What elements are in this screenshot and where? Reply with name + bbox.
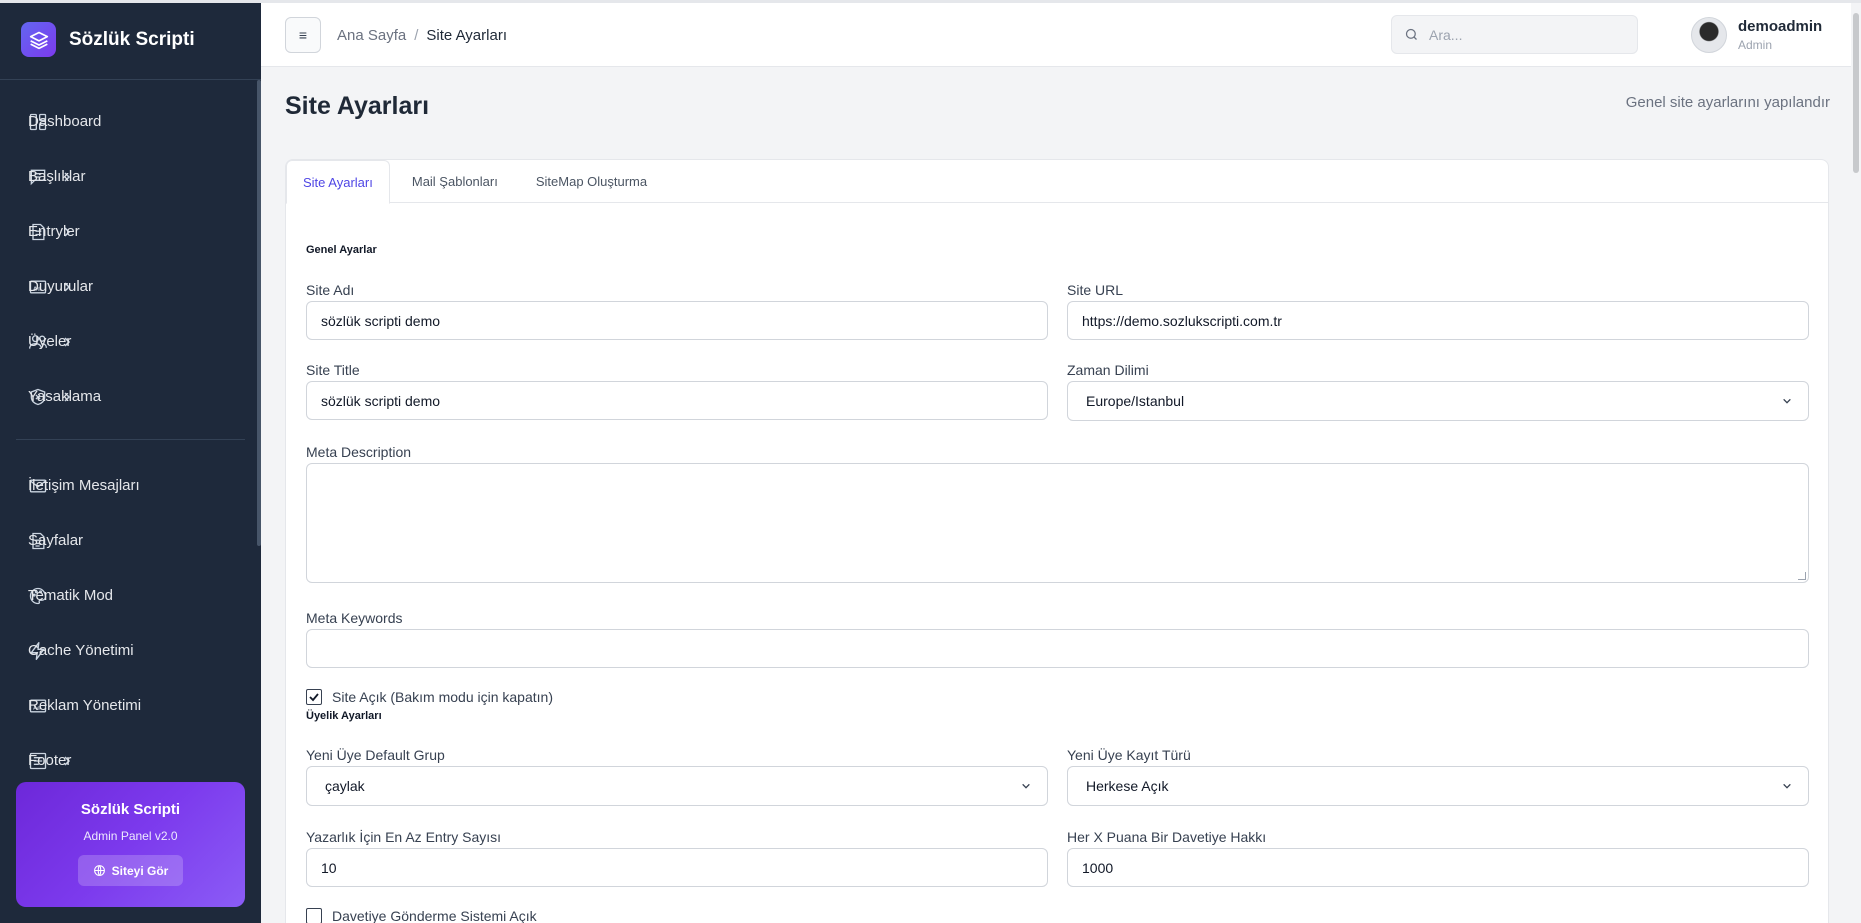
meta-description-label: Meta Description — [306, 444, 412, 460]
invite-system-checkbox[interactable] — [306, 908, 322, 923]
sidebar-item-footer[interactable]: Footer — [0, 733, 261, 788]
check-icon — [309, 693, 319, 702]
sidebar-item-uyeler[interactable]: Üyeler — [0, 314, 261, 369]
sidebar-item-label: Cache Yönetimi — [28, 642, 134, 659]
promo-card: Sözlük Scripti Admin Panel v2.0 Siteyi G… — [16, 782, 245, 907]
settings-card: Site Ayarları Mail Şablonları SiteMap Ol… — [285, 159, 1829, 923]
meta-keywords-input[interactable] — [306, 629, 1809, 668]
invite-points-input[interactable]: 1000 — [1067, 848, 1809, 887]
top-header: ≡ Ana Sayfa / Site Ayarları demoadmin Ad… — [261, 3, 1851, 67]
tab-site-ayarlari[interactable]: Site Ayarları — [286, 160, 390, 204]
sidebar-item-label: İletişim Mesajları — [28, 477, 140, 494]
menu-icon: ≡ — [298, 27, 308, 43]
default-group-value: çaylak — [325, 778, 365, 794]
meta-description-textarea[interactable] — [306, 463, 1809, 583]
sidebar-item-label: Dashboard — [28, 113, 102, 130]
promo-title: Sözlük Scripti — [80, 801, 181, 818]
view-site-button[interactable]: Siteyi Gör — [77, 855, 184, 886]
sidebar-item-yasaklama[interactable]: Yasaklama — [0, 369, 261, 424]
general-settings-title: Genel Ayarlar — [306, 244, 377, 256]
page-scrollbar[interactable] — [1851, 3, 1861, 923]
registration-type-select[interactable]: Herkese Açık — [1067, 766, 1809, 806]
page-title: Site Ayarları — [285, 92, 430, 120]
user-role: Admin — [1738, 38, 1773, 52]
chevron-down-icon — [1022, 783, 1030, 789]
sidebar-divider — [16, 439, 245, 440]
registration-type-value: Herkese Açık — [1086, 778, 1169, 794]
brand-title: Sözlük Scripti — [69, 28, 195, 50]
chevron-down-icon — [1783, 398, 1791, 404]
tab-mail-sablonlari[interactable]: Mail Şablonları — [396, 160, 514, 203]
sidebar-item-label: Üyeler — [28, 333, 72, 350]
site-name-label: Site Adı — [306, 282, 355, 298]
site-url-label: Site URL — [1067, 282, 1124, 298]
view-site-label: Siteyi Gör — [111, 863, 169, 878]
user-name: demoadmin — [1738, 18, 1823, 35]
site-title-input[interactable]: sözlük scripti demo — [306, 381, 1048, 420]
site-name-input[interactable]: sözlük scripti demo — [306, 301, 1048, 340]
sidebar-item-label: Sayfalar — [28, 532, 84, 549]
breadcrumb-current: Site Ayarları — [426, 27, 507, 44]
sidebar-item-reklam[interactable]: Ad Reklam Yönetimi — [0, 678, 261, 733]
meta-keywords-label: Meta Keywords — [306, 610, 403, 626]
invite-system-checkbox-row[interactable]: Davetiye Gönderme Sistemi Açık — [306, 908, 537, 923]
menu-toggle-button[interactable]: ≡ — [285, 17, 321, 53]
registration-type-label: Yeni Üye Kayıt Türü — [1067, 747, 1191, 763]
breadcrumb-home-link[interactable]: Ana Sayfa — [337, 27, 406, 44]
site-open-checkbox-row[interactable]: Site Açık (Bakım modu için kapatın) — [306, 689, 553, 705]
sidebar-item-label: Entryler — [28, 223, 80, 240]
layers-icon — [21, 22, 56, 57]
sidebar-item-label: Footer — [28, 752, 72, 769]
default-group-select[interactable]: çaylak — [306, 766, 1048, 806]
sidebar-item-label: Reklam Yönetimi — [28, 697, 142, 714]
membership-settings-title: Üyelik Ayarları — [306, 710, 382, 722]
search-box[interactable] — [1391, 15, 1638, 54]
sidebar-scrollbar[interactable] — [257, 80, 261, 546]
sidebar-item-iletisim[interactable]: İletişim Mesajları — [0, 458, 261, 513]
breadcrumb: Ana Sayfa / Site Ayarları — [337, 27, 507, 44]
sidebar-item-label: Yasaklama — [28, 388, 102, 405]
timezone-label: Zaman Dilimi — [1067, 362, 1149, 378]
site-open-label: Site Açık (Bakım modu için kapatın) — [332, 689, 553, 705]
invite-points-label: Her X Puana Bir Davetiye Hakkı — [1067, 829, 1267, 845]
globe-icon — [93, 865, 105, 876]
site-url-input[interactable]: https://demo.sozlukscripti.com.tr — [1067, 301, 1809, 340]
window-top-border — [0, 0, 1861, 3]
default-group-label: Yeni Üye Default Grup — [306, 747, 445, 763]
search-input[interactable] — [1429, 26, 1619, 43]
brand[interactable]: Sözlük Scripti — [0, 0, 261, 80]
sidebar-item-tematik-mod[interactable]: Tematik Mod — [0, 568, 261, 623]
timezone-value: Europe/Istanbul — [1086, 393, 1185, 409]
sidebar-item-label: Başlıklar — [28, 168, 86, 185]
page-subtitle: Genel site ayarlarını yapılandır — [1625, 94, 1830, 111]
sidebar-item-cache[interactable]: Cache Yönetimi — [0, 623, 261, 678]
sidebar-item-sayfalar[interactable]: Sayfalar — [0, 513, 261, 568]
min-entry-label: Yazarlık İçin En Az Entry Sayısı — [306, 829, 502, 845]
sidebar-item-duyurular[interactable]: Ad Duyurular — [0, 259, 261, 314]
search-icon — [1405, 28, 1417, 40]
sidebar-item-basliklar[interactable]: Başlıklar — [0, 149, 261, 204]
page-scrollbar-thumb[interactable] — [1853, 13, 1859, 173]
sidebar-item-label: Tematik Mod — [28, 587, 114, 604]
site-open-checkbox[interactable] — [306, 689, 322, 705]
sidebar-nav: Dashboard Başlıklar Entryler Ad Duyurula… — [0, 80, 261, 788]
promo-subtitle: Admin Panel v2.0 — [83, 829, 178, 843]
avatar[interactable] — [1691, 17, 1727, 53]
user-menu[interactable]: demoadmin Admin — [1691, 17, 1822, 53]
chevron-down-icon — [1783, 783, 1791, 789]
invite-system-label: Davetiye Gönderme Sistemi Açık — [332, 908, 537, 923]
resize-handle[interactable] — [1798, 572, 1806, 580]
timezone-select[interactable]: Europe/Istanbul — [1067, 381, 1809, 421]
sidebar-item-label: Duyurular — [28, 278, 94, 295]
min-entry-input[interactable]: 10 — [306, 848, 1048, 887]
site-title-label: Site Title — [306, 362, 360, 378]
tab-sitemap[interactable]: SiteMap Oluşturma — [520, 160, 663, 203]
breadcrumb-separator: / — [414, 27, 419, 44]
sidebar-item-entryler[interactable]: Entryler — [0, 204, 261, 259]
tab-bar: Site Ayarları Mail Şablonları SiteMap Ol… — [286, 160, 1828, 204]
sidebar: Sözlük Scripti Dashboard Başlıklar Entry… — [0, 0, 261, 923]
sidebar-item-dashboard[interactable]: Dashboard — [0, 94, 261, 149]
